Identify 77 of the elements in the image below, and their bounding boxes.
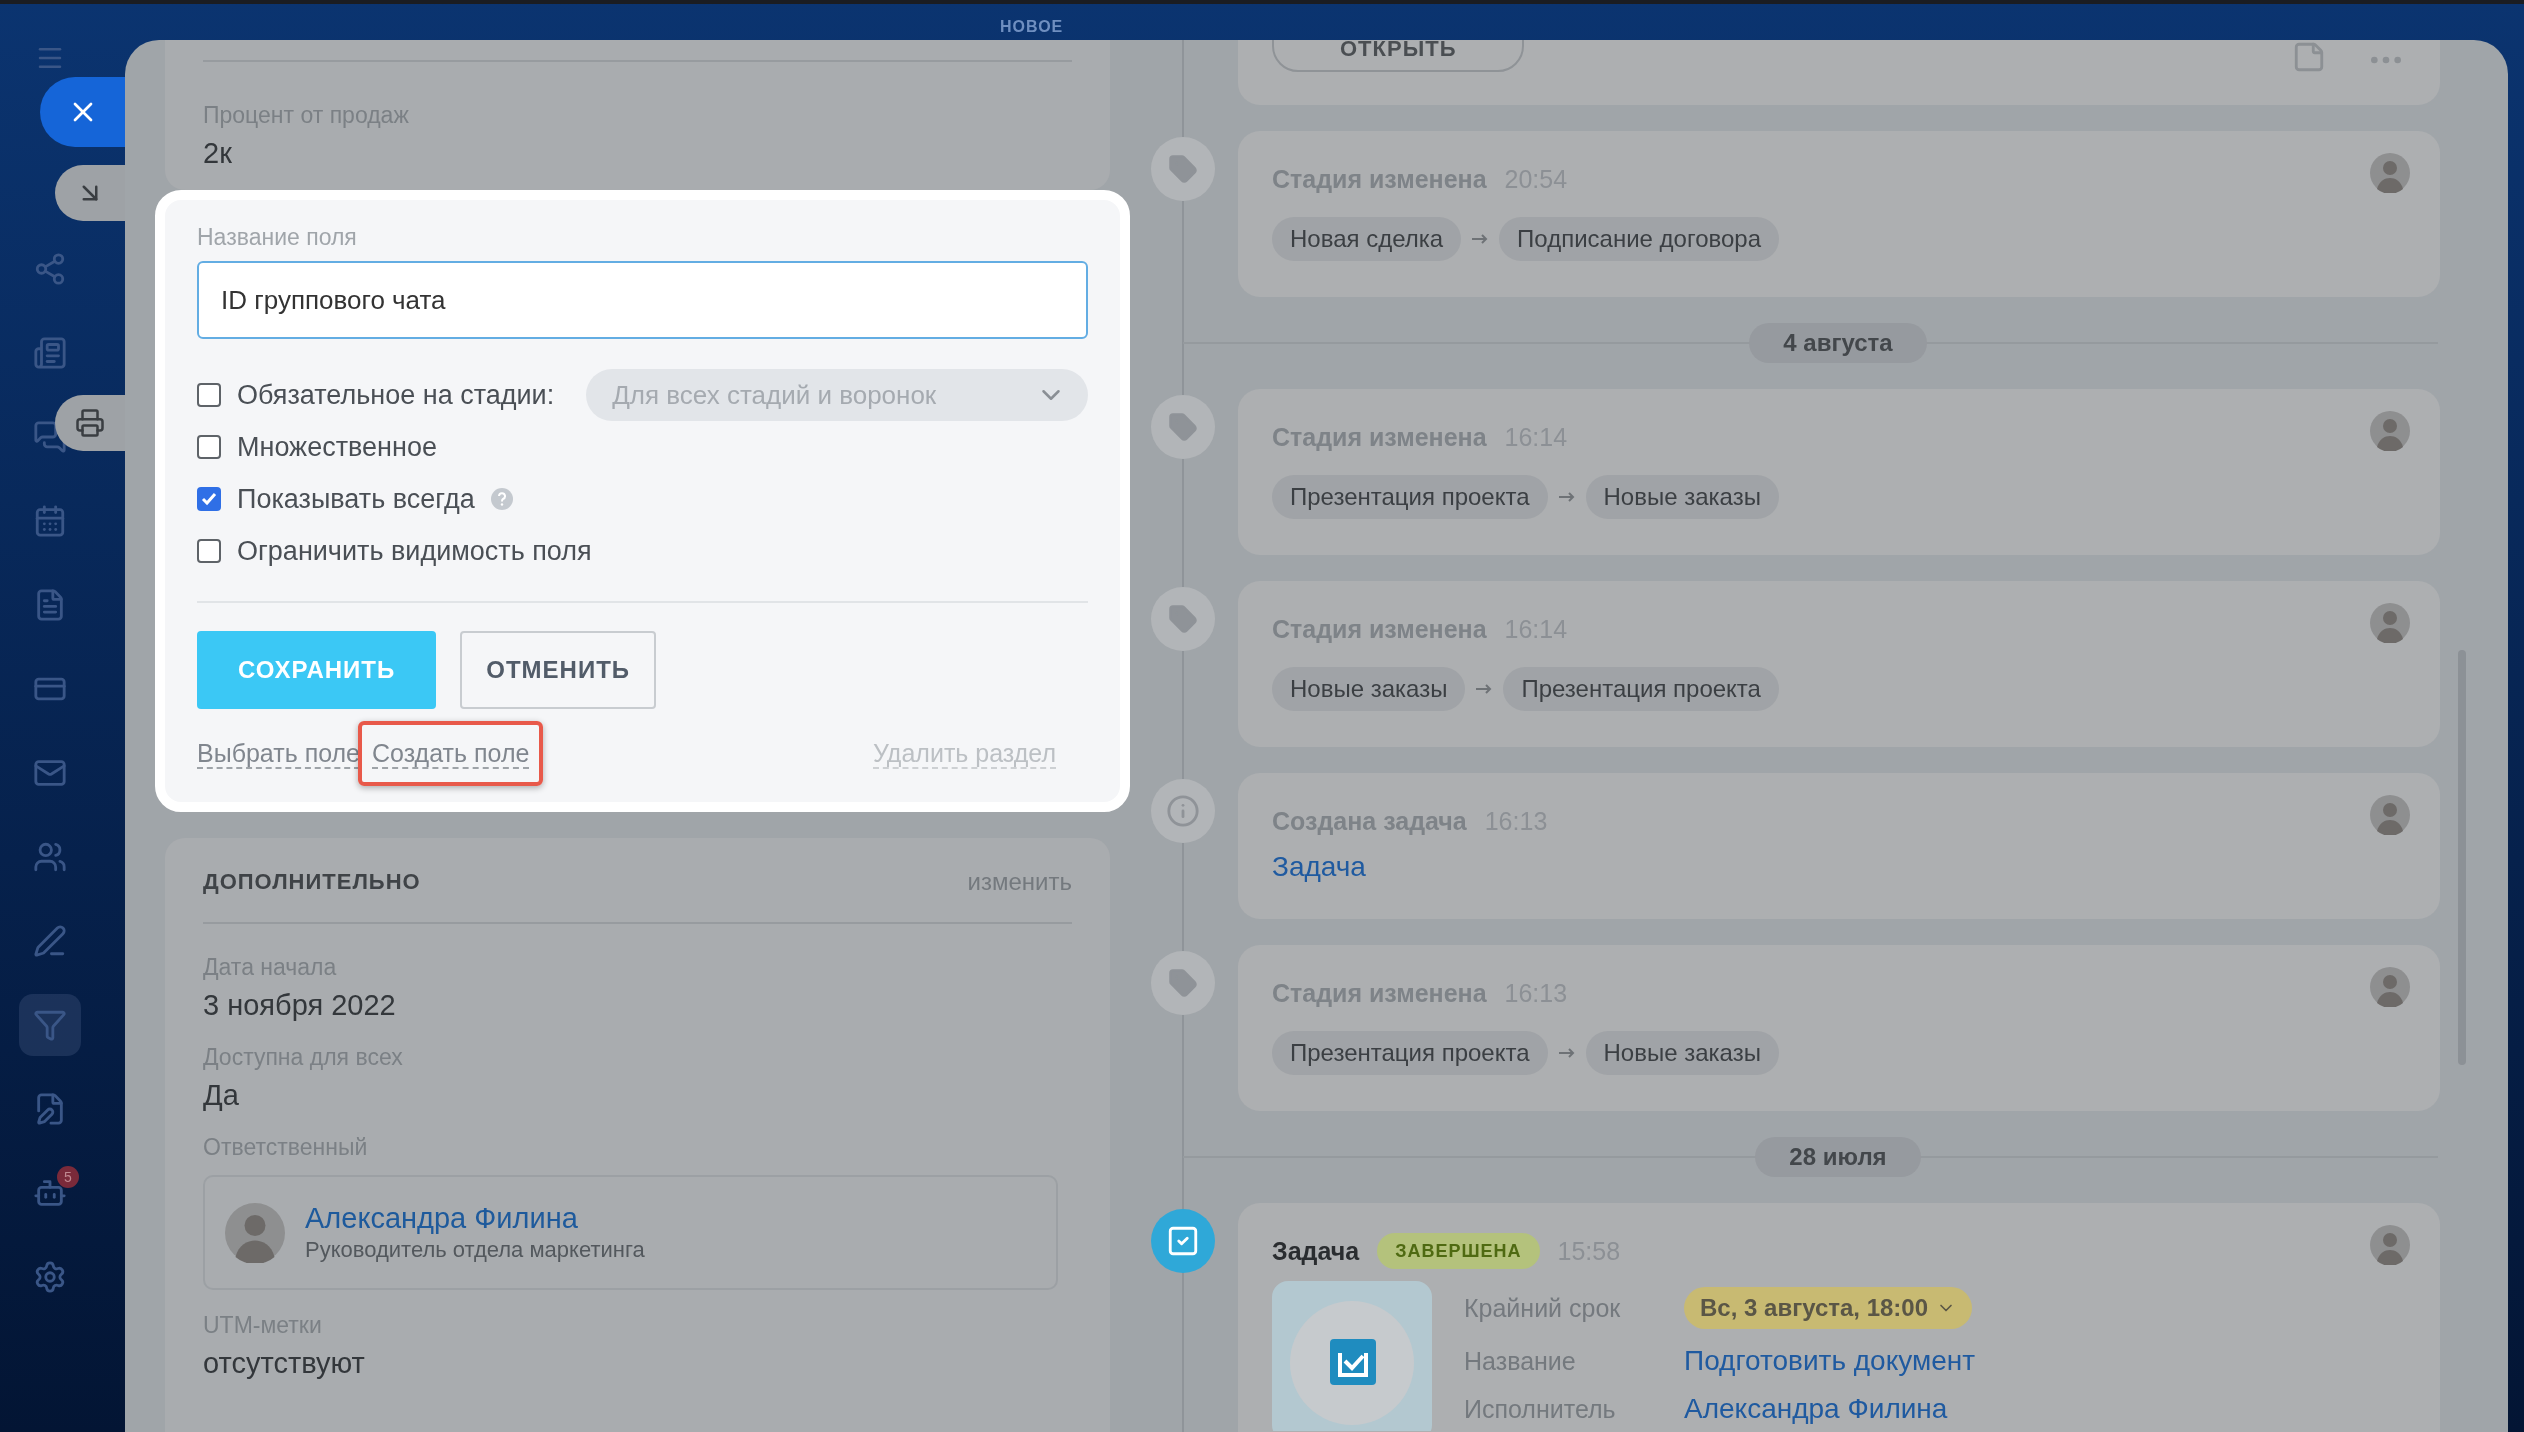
stage-pill: Презентация проекта xyxy=(1272,1031,1548,1075)
selected-item-background[interactable] xyxy=(19,994,81,1056)
task-link[interactable]: Задача xyxy=(1272,851,1366,883)
checkbox[interactable] xyxy=(197,383,221,407)
field-name-input[interactable]: ID группового чата xyxy=(197,261,1088,339)
stage-pill: Новые заказы xyxy=(1585,1031,1779,1075)
funnel-icon[interactable] xyxy=(33,1008,67,1042)
print-button[interactable] xyxy=(55,395,125,451)
event-title: Задача xyxy=(1272,1236,1360,1266)
arrow-icon xyxy=(1475,683,1494,695)
stage-pill: Новые заказы xyxy=(1585,475,1779,519)
task-field-label: Исполнитель xyxy=(1464,1394,1617,1424)
printer-icon xyxy=(75,408,105,438)
field-value: 2к xyxy=(203,137,233,170)
checkbox[interactable] xyxy=(197,435,221,459)
avatar xyxy=(2370,967,2410,1007)
task-field-link[interactable]: Подготовить документ xyxy=(1684,1345,1976,1377)
person-position: Руководитель отдела маркетинга xyxy=(305,1237,645,1263)
close-button[interactable] xyxy=(40,77,125,147)
checkbox-icon xyxy=(1166,1224,1200,1258)
arrow-icon xyxy=(1557,1047,1576,1059)
notification-badge: 5 xyxy=(57,1166,79,1188)
avatar xyxy=(2370,1225,2410,1265)
open-button[interactable]: ОТКРЫТЬ xyxy=(1272,40,1525,72)
task-field-label: Название xyxy=(1464,1346,1577,1376)
section-label: НОВОЕ xyxy=(1000,18,1064,37)
avatar xyxy=(225,1202,285,1263)
avatar xyxy=(2370,153,2410,193)
task-field-link[interactable]: Александра Филина xyxy=(1684,1393,1948,1425)
tag-icon xyxy=(1168,968,1198,998)
dashed-link[interactable]: Создать поле xyxy=(372,738,530,769)
deadline-chip[interactable]: Вс, 3 августа, 18:00 xyxy=(1684,1287,1973,1329)
status-badge: ЗАВЕРШЕНА xyxy=(1377,1233,1540,1269)
stage-pill: Презентация проекта xyxy=(1272,475,1548,519)
network-icon[interactable] xyxy=(33,252,67,286)
stage-pill: Подписание договора xyxy=(1499,217,1780,261)
stage-pill: Новая сделка xyxy=(1272,217,1462,261)
avatar xyxy=(2370,411,2410,451)
settings-icon[interactable] xyxy=(33,1260,67,1294)
person-name[interactable]: Александра Филина xyxy=(305,1202,645,1235)
field-value: Да xyxy=(203,1079,240,1112)
help-icon[interactable] xyxy=(490,488,513,510)
news-icon[interactable] xyxy=(33,336,67,370)
save-button[interactable]: СОХРАНИТЬ xyxy=(197,631,437,709)
tag-icon xyxy=(1168,604,1198,634)
checkbox[interactable] xyxy=(197,539,221,563)
field-value: отсутствуют xyxy=(203,1347,366,1380)
stage-pill: Новые заказы xyxy=(1272,667,1466,711)
collapse-button[interactable] xyxy=(55,165,125,221)
stage-pill: Презентация проекта xyxy=(1503,667,1779,711)
section-title: ДОПОЛНИТЕЛЬНО xyxy=(203,869,421,895)
task-field-label: Крайний срок xyxy=(1464,1293,1622,1323)
avatar xyxy=(2370,795,2410,835)
date-separator: 4 августа xyxy=(1749,323,1927,363)
date-separator: 28 июля xyxy=(1755,1137,1921,1177)
tag-icon xyxy=(1168,154,1198,184)
avatar xyxy=(2370,603,2410,643)
arrow-icon xyxy=(1557,491,1576,503)
field-value: 3 ноября 2022 xyxy=(203,989,397,1022)
pen-icon[interactable] xyxy=(33,924,67,958)
field-label: Название поля xyxy=(197,224,358,251)
chat-icon[interactable] xyxy=(33,420,67,454)
note-icon[interactable] xyxy=(2292,40,2326,74)
checkbox-label: Обязательное на стадии: xyxy=(237,379,555,411)
people-icon[interactable] xyxy=(33,840,67,874)
calendar-icon[interactable] xyxy=(33,504,67,538)
checkbox-label: Ограничить видимость поля xyxy=(237,535,592,567)
info-icon xyxy=(1166,794,1200,828)
stage-select[interactable]: Для всех стадий и воронок xyxy=(586,369,1088,421)
checkmark-icon xyxy=(201,492,217,506)
checkbox-label: Множественное xyxy=(237,431,437,463)
checkbox-label: Показывать всегда xyxy=(237,483,475,515)
tag-icon xyxy=(1168,412,1198,442)
dashed-link[interactable]: Выбрать поле xyxy=(197,738,361,769)
arrow-icon xyxy=(1471,233,1490,245)
cancel-button[interactable]: ОТМЕНИТЬ xyxy=(460,631,657,709)
checkbox[interactable] xyxy=(197,487,221,511)
